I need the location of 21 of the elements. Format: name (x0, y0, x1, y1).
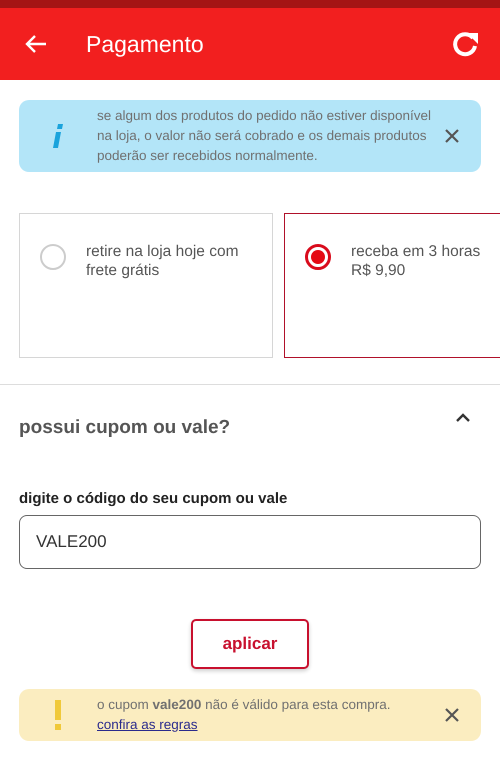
option-label: R$ 9,90 (351, 261, 406, 280)
refresh-icon[interactable] (450, 29, 480, 59)
exclamation-icon (55, 700, 61, 730)
rules-link[interactable]: confira as regras (97, 717, 198, 732)
radio-button[interactable] (305, 244, 331, 270)
option-label: receba em 3 horas (351, 242, 480, 261)
option-label: frete grátis (86, 261, 160, 280)
option-label: retire na loja hoje com (86, 242, 238, 261)
warning-message: o cupom vale200 não é válido para esta compra. confira as regras (97, 696, 392, 734)
back-arrow-icon[interactable] (24, 34, 48, 54)
close-icon[interactable] (445, 708, 459, 722)
section-title: possui cupom ou vale? (19, 417, 230, 439)
delivery-option-card[interactable]: retire na loja hoje com frete grátis (19, 213, 273, 358)
coupon-input-field[interactable]: VALE200 (19, 515, 481, 569)
info-message: se algum dos produtos do pedido não estiver disponível na loja, o valor não será cobrado e os demais produtos poderão ser recebidos normalmente. (97, 107, 432, 165)
page-title: Pagamento (86, 30, 205, 58)
close-icon[interactable] (445, 129, 459, 143)
delivery-option-card[interactable]: receba em 3 horas R$ 9,90 (284, 213, 500, 358)
field-label: digite o código do seu cupom ou vale (19, 490, 288, 507)
info-icon (53, 124, 63, 148)
apply-button[interactable]: aplicar (191, 619, 309, 669)
